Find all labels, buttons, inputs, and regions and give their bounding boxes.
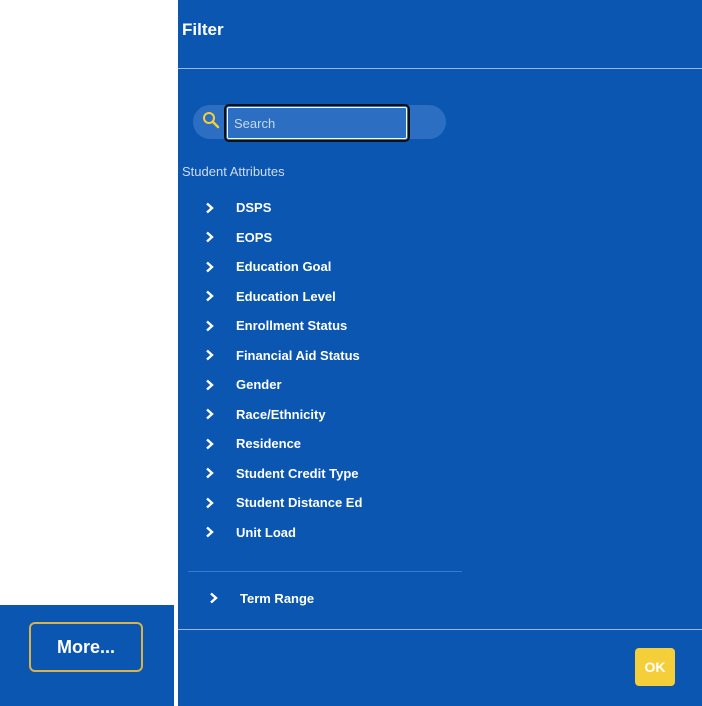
chevron-right-icon xyxy=(206,438,214,450)
filter-title: Filter xyxy=(182,20,224,39)
more-button[interactable]: More... xyxy=(29,622,143,672)
search-box xyxy=(193,104,446,142)
attribute-item-student-distance-ed[interactable]: Student Distance Ed xyxy=(204,488,362,518)
chevron-right-icon xyxy=(206,526,214,538)
attribute-item-unit-load[interactable]: Unit Load xyxy=(204,518,362,548)
attribute-label: Student Credit Type xyxy=(236,465,359,481)
chevron-right-icon xyxy=(206,467,214,479)
section-divider xyxy=(188,571,462,572)
attribute-label: Residence xyxy=(236,436,302,452)
ok-button[interactable]: OK xyxy=(635,648,675,686)
attribute-label: DSPS xyxy=(236,200,272,216)
attribute-label: EOPS xyxy=(236,229,273,245)
attribute-item-residence[interactable]: Residence xyxy=(204,429,362,459)
attribute-item-race-ethnicity[interactable]: Race/Ethnicity xyxy=(204,400,362,430)
attribute-label: Education Level xyxy=(236,288,336,304)
attribute-item-financial-aid-status[interactable]: Financial Aid Status xyxy=(204,341,362,371)
footer-divider xyxy=(178,629,702,630)
attribute-item-education-level[interactable]: Education Level xyxy=(204,282,362,312)
attribute-label: Student Distance Ed xyxy=(236,495,363,511)
attribute-item-education-goal[interactable]: Education Goal xyxy=(204,252,362,282)
chevron-right-icon xyxy=(206,202,214,214)
attribute-label: Unit Load xyxy=(236,524,296,540)
search-input[interactable] xyxy=(224,104,410,142)
chevron-right-icon xyxy=(206,408,214,420)
section-label-student-attributes: Student Attributes xyxy=(182,164,285,179)
chevron-right-icon xyxy=(206,349,214,361)
attribute-label: Enrollment Status xyxy=(236,318,348,334)
attribute-item-student-credit-type[interactable]: Student Credit Type xyxy=(204,459,362,489)
attribute-item-eops[interactable]: EOPS xyxy=(204,223,362,253)
chevron-right-icon xyxy=(206,261,214,273)
chevron-right-icon xyxy=(206,320,214,332)
attribute-list: DSPS EOPS Education Goal Education Level… xyxy=(204,193,362,547)
search-icon[interactable] xyxy=(202,111,220,129)
attribute-item-enrollment-status[interactable]: Enrollment Status xyxy=(204,311,362,341)
attribute-item-gender[interactable]: Gender xyxy=(204,370,362,400)
more-panel: More... xyxy=(0,605,174,706)
chevron-right-icon xyxy=(206,379,214,391)
header-divider xyxy=(178,68,702,69)
chevron-right-icon xyxy=(206,231,214,243)
attribute-label: Race/Ethnicity xyxy=(236,406,326,422)
chevron-right-icon xyxy=(206,290,214,302)
filter-panel: Filter Student Attributes DSPS EOPS Educ… xyxy=(178,0,702,706)
attribute-label: Education Goal xyxy=(236,259,332,275)
chevron-right-icon xyxy=(210,592,218,604)
term-range-item[interactable]: Term Range xyxy=(208,587,314,609)
chevron-right-icon xyxy=(206,497,214,509)
attribute-label: Gender xyxy=(236,377,282,393)
attribute-label: Financial Aid Status xyxy=(236,347,360,363)
term-range-label: Term Range xyxy=(240,590,315,606)
attribute-item-dsps[interactable]: DSPS xyxy=(204,193,362,223)
